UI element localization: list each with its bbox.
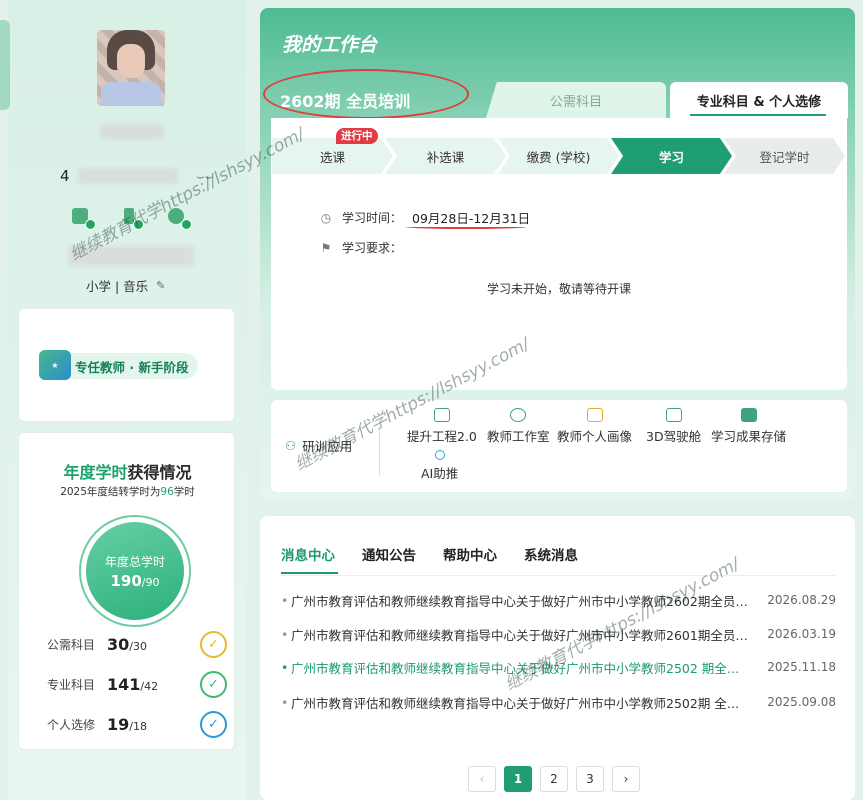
chevron-right-icon[interactable]: › bbox=[612, 766, 640, 792]
tool-teacher-portrait[interactable]: 教师个人画像 bbox=[557, 408, 632, 445]
tab-professional-courses[interactable]: 专业科目 & 个人选修 bbox=[670, 82, 848, 118]
chevron-left-icon[interactable]: ‹ bbox=[468, 766, 496, 792]
verification-badges bbox=[70, 208, 192, 230]
stage-badge-label: 专任教师 · 新手阶段 bbox=[75, 359, 189, 375]
check-circle-icon: ✓ bbox=[200, 671, 227, 698]
hours-professional: 专业科目 141/42 ✓ bbox=[47, 669, 227, 699]
message-divider bbox=[281, 575, 836, 576]
course-not-started-notice: 学习未开始，敬请等待开课 bbox=[486, 282, 631, 296]
message-item[interactable]: • 广州市教育评估和教师继续教育指导中心关于做好广州市中小学教师2602期全员… 2… bbox=[281, 591, 836, 609]
edit-icon[interactable]: ✎ bbox=[156, 279, 165, 292]
study-requirement-row: ⚑ 学习要求： bbox=[320, 239, 402, 256]
stage-badge: ★ 专任教师 · 新手阶段 bbox=[39, 350, 199, 380]
total-hours-label: 年度总学时 bbox=[104, 554, 165, 569]
id-verified-icon bbox=[70, 208, 96, 230]
tab-public-courses[interactable]: 公需科目 bbox=[486, 82, 666, 118]
tab-system-messages[interactable]: 系统消息 bbox=[524, 544, 578, 564]
storage-icon bbox=[740, 408, 757, 422]
hours-public: 公需科目 30/30 ✓ bbox=[47, 629, 227, 659]
hours-subtitle: 2025年度结转学时为96学时 bbox=[60, 486, 195, 498]
tab-message-center[interactable]: 消息中心 bbox=[281, 544, 335, 564]
tab-announcements[interactable]: 通知公告 bbox=[362, 544, 416, 564]
flag-icon: ⚑ bbox=[320, 240, 332, 255]
step-payment[interactable]: 缴费 (学校) bbox=[498, 138, 619, 174]
tools-bar: ⚇ 研训应用 提升工程2.0 教师工作室 教师个人画像 3D驾驶舱 学习成果存储… bbox=[271, 400, 847, 492]
clock-icon: ◷ bbox=[320, 210, 332, 225]
study-requirement-label: 学习要求： bbox=[342, 241, 403, 255]
red-annotation-underline bbox=[406, 225, 526, 229]
annual-hours-card: 年度学时获得情况 2025年度结转学时为96学时 年度总学时 190/90 公需… bbox=[18, 432, 235, 750]
page-3[interactable]: 3 bbox=[576, 766, 604, 792]
step-study[interactable]: 学习 bbox=[611, 138, 732, 174]
research-apps-icon: ⚇ bbox=[285, 438, 297, 453]
page-1[interactable]: 1 bbox=[504, 766, 532, 792]
message-item[interactable]: • 广州市教育评估和教师继续教育指导中心关于做好广州市中小学教师2502期 全… 2… bbox=[281, 693, 836, 711]
subject-label: 小学 | 音乐 bbox=[86, 279, 149, 294]
hours-elective: 个人选修 19/18 ✓ bbox=[47, 709, 227, 739]
step-supplement-course[interactable]: 补选课 bbox=[385, 138, 506, 174]
user-id-prefix: 4 bbox=[60, 167, 70, 185]
studio-icon bbox=[510, 408, 527, 422]
message-tabs: 消息中心 通知公告 帮助中心 系统消息 bbox=[281, 544, 578, 564]
school-blurred bbox=[68, 246, 194, 266]
hours-title: 年度学时获得情况 bbox=[63, 463, 192, 482]
check-circle-icon: ✓ bbox=[200, 711, 227, 738]
ongoing-badge: 进行中 bbox=[336, 128, 378, 144]
active-tab-indicator bbox=[690, 114, 826, 116]
subject-info: 小学 | 音乐 ✎ bbox=[86, 276, 165, 295]
teacher-stage-card: ★ 专任教师 · 新手阶段 bbox=[18, 308, 235, 422]
check-circle-icon: ✓ bbox=[200, 631, 227, 658]
tool-3d-cockpit[interactable]: 3D驾驶舱 bbox=[646, 408, 701, 445]
robot-icon bbox=[434, 450, 445, 460]
tools-divider bbox=[379, 430, 380, 476]
user-id: 4 bbox=[60, 166, 178, 186]
pagination: ‹ 1 2 3 › bbox=[468, 766, 640, 792]
portrait-icon bbox=[586, 408, 603, 422]
stage-logo-icon: ★ bbox=[39, 350, 71, 380]
tool-teacher-studio[interactable]: 教师工作室 bbox=[487, 408, 550, 445]
tool-upgrade-project[interactable]: 提升工程2.0 bbox=[407, 408, 477, 445]
tool-achievement-storage[interactable]: 学习成果存储 bbox=[711, 408, 786, 445]
phone-verified-icon bbox=[118, 208, 144, 230]
step-register-hours[interactable]: 登记学时 bbox=[724, 138, 845, 174]
red-annotation-oval bbox=[263, 69, 469, 119]
user-id-blurred bbox=[77, 168, 178, 184]
total-hours-circle: 年度总学时 190/90 bbox=[79, 515, 191, 627]
user-name-blurred bbox=[100, 124, 164, 140]
eye-closed-icon[interactable]: ⌣⌣ bbox=[196, 170, 213, 185]
research-apps[interactable]: ⚇ 研训应用 bbox=[285, 436, 352, 455]
message-item[interactable]: • 广州市教育评估和教师继续教育指导中心关于做好广州市中小学教师2601期全员… 2… bbox=[281, 625, 836, 643]
total-hours-value: 190/90 bbox=[110, 571, 160, 590]
page-2[interactable]: 2 bbox=[540, 766, 568, 792]
step-select-course[interactable]: 选课 bbox=[272, 138, 393, 174]
account-verified-icon bbox=[166, 208, 192, 230]
avatar[interactable] bbox=[97, 30, 165, 106]
message-item[interactable]: • 广州市教育评估和教师继续教育指导中心关于做好广州市中小学教师2502 期全… 2… bbox=[281, 658, 836, 676]
workbench-title: 我的工作台 bbox=[282, 34, 378, 56]
cockpit-icon bbox=[665, 408, 682, 422]
side-decoration bbox=[0, 20, 10, 110]
tool-ai-assist[interactable]: AI助推 bbox=[421, 450, 458, 482]
tab-help-center[interactable]: 帮助中心 bbox=[443, 544, 497, 564]
message-tab-indicator bbox=[281, 572, 338, 574]
study-time-label: 学习时间： bbox=[342, 211, 403, 225]
book-icon bbox=[433, 408, 450, 422]
